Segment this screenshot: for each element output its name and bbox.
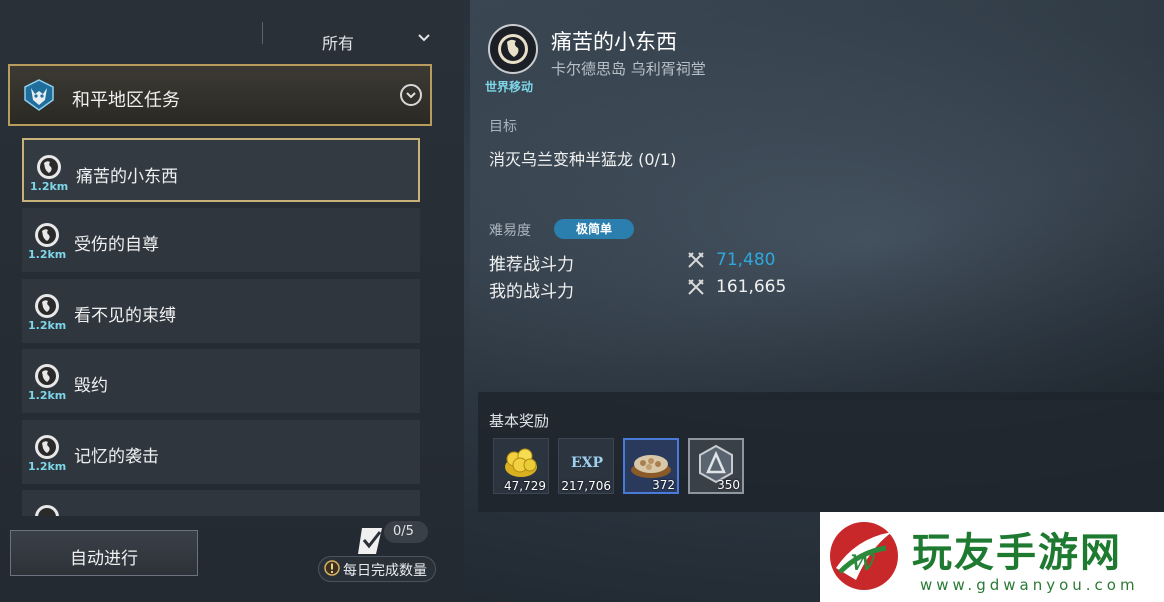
list-item[interactable]: 1.2km 记忆的袭击 xyxy=(22,420,420,484)
exp-icon: EXP xyxy=(571,455,604,471)
globe-icon xyxy=(35,505,59,516)
objective-text: 消灭乌兰变种半猛龙 (0/1) xyxy=(489,150,677,169)
rewards-label: 基本奖励 xyxy=(489,412,550,430)
reward-exp[interactable]: EXP 217,706 xyxy=(558,438,614,494)
difficulty-label: 难易度 xyxy=(489,223,531,239)
svg-text:w: w xyxy=(850,543,876,578)
alert-icon xyxy=(324,560,340,576)
quest-list-panel: 所有 和平地区任务 1.2km 痛苦的小东西 1.2km 受伤的自尊 1.2km xyxy=(0,0,464,602)
my-power-label: 我的战斗力 xyxy=(489,282,574,302)
quest-distance: 1.2km xyxy=(28,460,67,473)
reward-count: 372 xyxy=(652,478,675,492)
filter-bar[interactable]: 所有 xyxy=(0,8,464,56)
quest-name: 记忆的袭击 xyxy=(74,447,159,467)
quest-name: 看不见的束缚 xyxy=(74,306,176,326)
globe-icon xyxy=(35,364,59,388)
reward-food[interactable]: 372 xyxy=(623,438,679,494)
quest-name: 痛苦的小东西 xyxy=(76,167,178,187)
category-label: 和平地区任务 xyxy=(72,90,180,111)
globe-icon xyxy=(37,155,61,179)
quest-location: 卡尔德思岛 乌利胥祠堂 xyxy=(551,60,706,78)
auto-proceed-label: 自动进行 xyxy=(70,549,138,569)
crossed-swords-icon xyxy=(688,279,704,295)
difficulty-value: 极简单 xyxy=(575,222,612,236)
recommended-power-label: 推荐战斗力 xyxy=(489,255,574,275)
quest-list[interactable]: 1.2km 痛苦的小东西 1.2km 受伤的自尊 1.2km 看不见的束缚 1.… xyxy=(22,138,420,516)
quest-type-tag: 世界移动 xyxy=(485,80,534,94)
world-move-globe-icon xyxy=(488,24,538,74)
quest-distance: 1.2km xyxy=(28,319,67,332)
objective-label: 目标 xyxy=(489,119,517,135)
checkmark-icon xyxy=(358,528,382,554)
daily-count: 0/5 xyxy=(393,524,414,539)
reward-emblem[interactable]: 350 xyxy=(688,438,744,494)
globe-icon xyxy=(35,223,59,247)
watermark: w 玩友手游网 www.gdwanyou.com xyxy=(820,512,1164,602)
recommended-power-value: 71,480 xyxy=(716,250,776,270)
reward-count: 350 xyxy=(717,478,740,492)
filter-divider xyxy=(262,22,263,44)
collapse-toggle-icon[interactable] xyxy=(400,84,422,106)
reward-count: 47,729 xyxy=(504,479,546,493)
daily-completion-label: 每日完成数量 xyxy=(343,563,427,579)
list-item[interactable] xyxy=(22,490,420,516)
gold-coins-icon xyxy=(505,448,537,477)
list-item[interactable]: 1.2km 毁约 xyxy=(22,349,420,413)
crossed-swords-icon xyxy=(688,252,704,268)
auto-proceed-button[interactable]: 自动进行 xyxy=(10,530,198,576)
quest-distance: 1.2km xyxy=(30,180,69,193)
list-item[interactable]: 1.2km 看不见的束缚 xyxy=(22,279,420,343)
quest-title: 痛苦的小东西 xyxy=(551,30,677,54)
watermark-url: www.gdwanyou.com xyxy=(920,576,1139,594)
demon-crest-icon xyxy=(24,79,54,111)
my-power-value: 161,665 xyxy=(716,277,787,297)
reward-count: 217,706 xyxy=(561,479,611,493)
list-item[interactable]: 1.2km 痛苦的小东西 xyxy=(22,138,420,202)
quest-distance: 1.2km xyxy=(28,389,67,402)
globe-icon xyxy=(35,294,59,318)
reward-gold[interactable]: 47,729 xyxy=(493,438,549,494)
globe-icon xyxy=(35,435,59,459)
chevron-down-icon[interactable] xyxy=(418,32,430,44)
quest-name: 受伤的自尊 xyxy=(74,235,159,255)
watermark-title: 玩友手游网 xyxy=(912,529,1122,576)
filter-label[interactable]: 所有 xyxy=(322,30,354,54)
quest-name: 毁约 xyxy=(74,376,108,396)
category-header[interactable]: 和平地区任务 xyxy=(8,64,432,126)
quest-distance: 1.2km xyxy=(28,248,67,261)
list-item[interactable]: 1.2km 受伤的自尊 xyxy=(22,208,420,272)
difficulty-badge: 极简单 xyxy=(554,219,634,239)
site-logo-icon: w xyxy=(830,522,898,590)
